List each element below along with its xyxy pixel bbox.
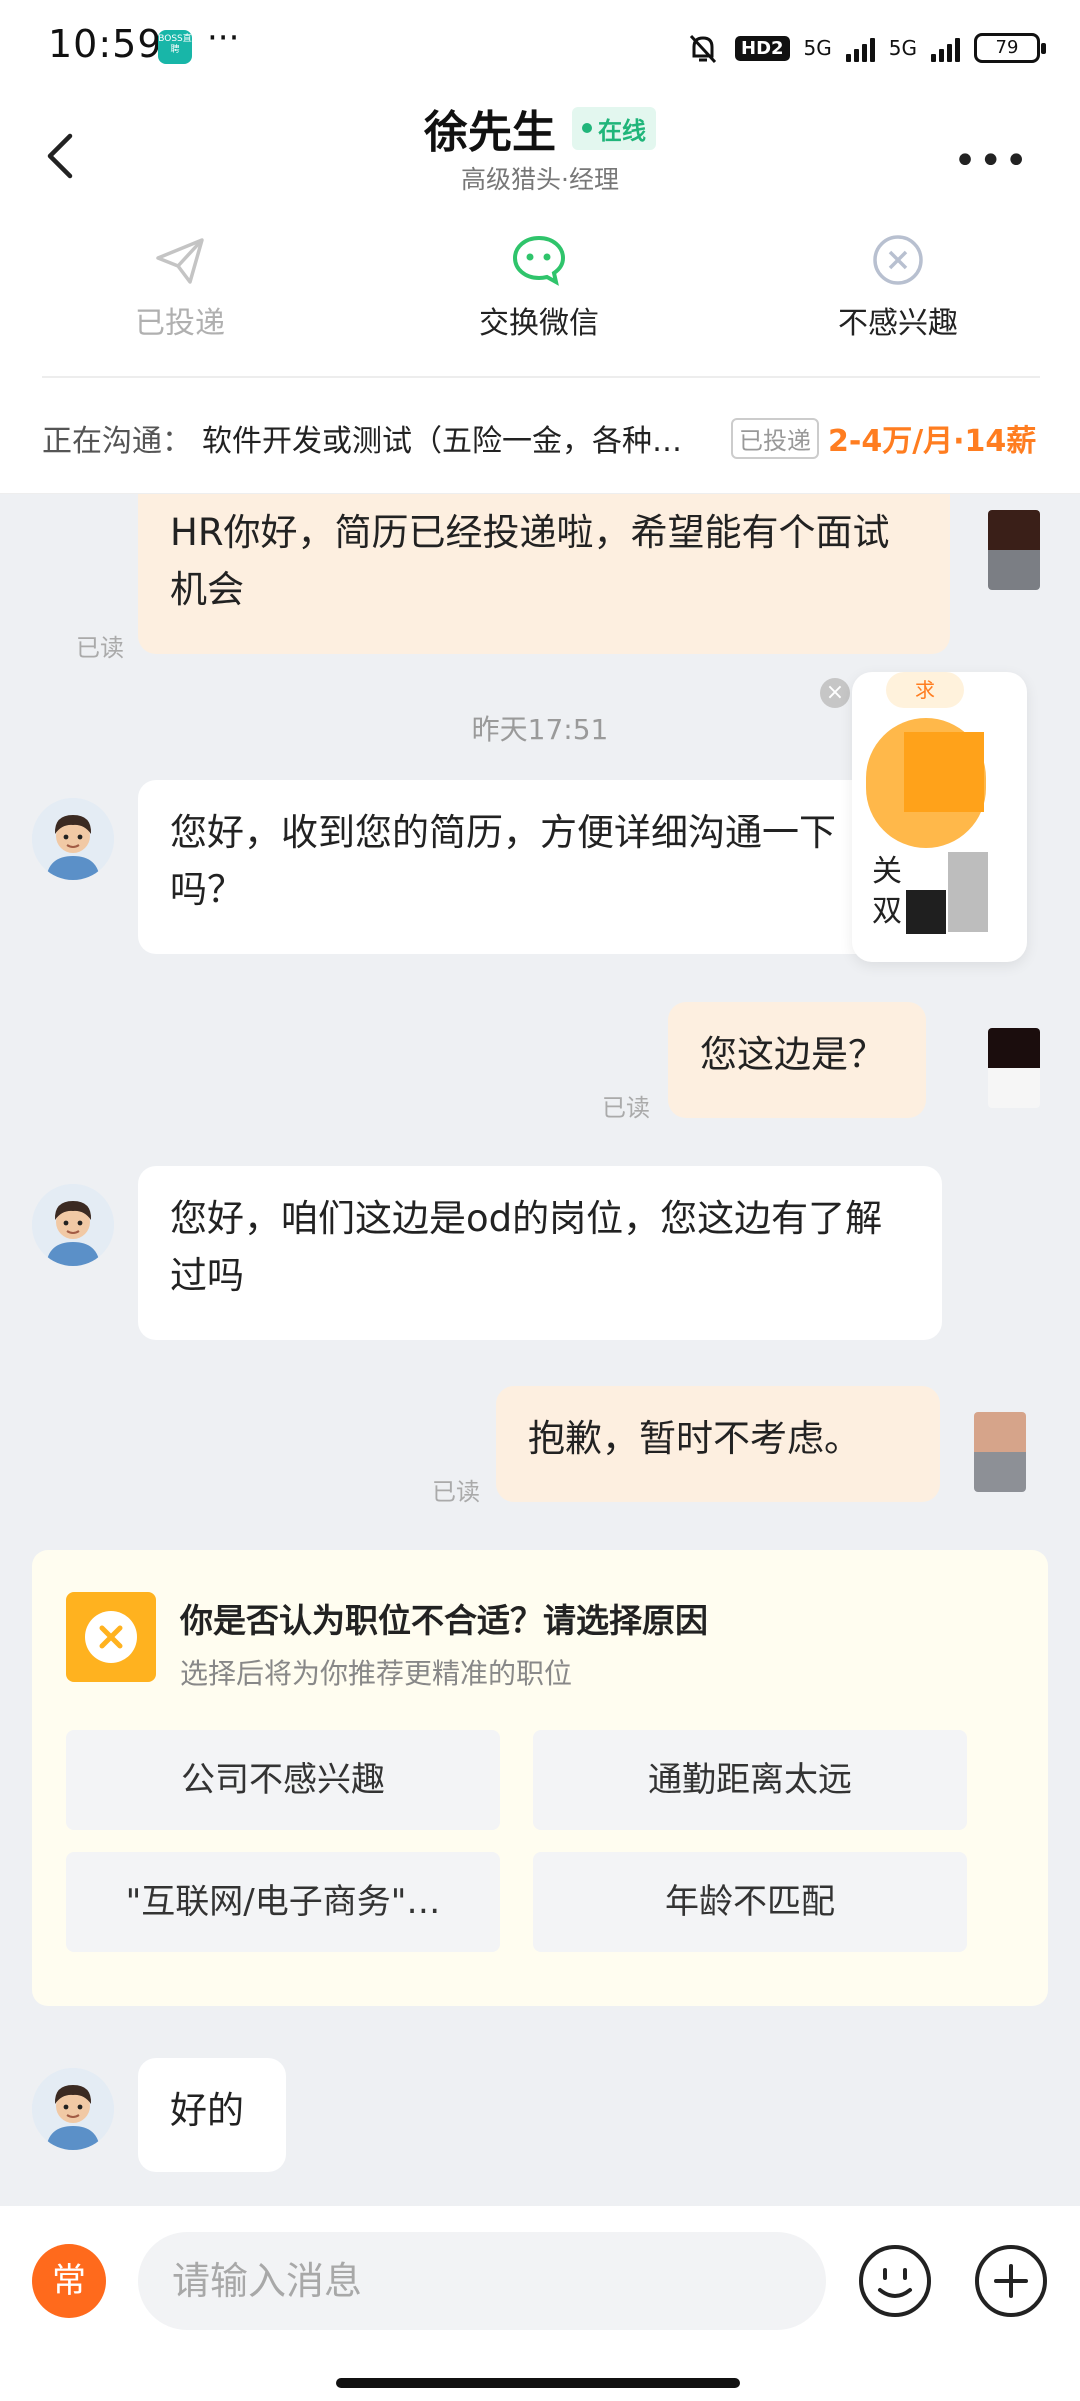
feedback-option-commute[interactable]: 通勤距离太远 — [533, 1730, 967, 1830]
my-avatar[interactable] — [974, 1412, 1026, 1492]
wechat-label: 交换微信 — [479, 306, 599, 341]
promo-text: 关双 — [872, 854, 902, 929]
battery-icon: 79 — [974, 33, 1046, 63]
contact-name: 徐先生 — [424, 107, 556, 158]
home-indicator[interactable] — [336, 2378, 740, 2388]
chat-area[interactable]: HR你好，简历已经投递啦，希望能有个面试机会 已读 昨天17:51 您好，收到您… — [0, 494, 1080, 2206]
title-row: 徐先生 在线 — [0, 96, 1080, 160]
read-receipt: 已读 — [432, 1478, 480, 1506]
message-bubble-mine[interactable]: HR你好，简历已经投递啦，希望能有个面试机会 — [138, 494, 950, 654]
message-text: 您好，收到您的简历，方便详细沟通一下吗？ — [170, 811, 836, 911]
signal-icon — [845, 34, 875, 62]
close-circle-icon — [873, 235, 923, 285]
feedback-option-industry[interactable]: "互联网/电子商务"… — [66, 1852, 500, 1952]
feedback-option-company[interactable]: 公司不感兴趣 — [66, 1730, 500, 1830]
not-interested-label: 不感兴趣 — [838, 306, 958, 341]
applied-label: 已投递 — [135, 306, 225, 341]
feedback-title: 你是否认为职位不合适？请选择原因 — [180, 1601, 708, 1640]
status-time: 10:59 — [48, 22, 163, 66]
contact-title: 高级猎头·经理 — [461, 165, 619, 194]
common-phrases-button[interactable]: 常 — [32, 2244, 106, 2318]
message-bubble-theirs[interactable]: 您好，收到您的简历，方便详细沟通一下吗？ — [138, 780, 940, 954]
feedback-subtitle: 选择后将为你推荐更精准的职位 — [180, 1657, 573, 1690]
job-label: 正在沟通： — [42, 424, 192, 459]
chat-header: 徐先生 在线 高级猎头·经理 ••• — [0, 92, 1080, 212]
online-badge: 在线 — [572, 106, 656, 150]
mute-bell-icon — [689, 34, 717, 64]
wechat-icon — [512, 235, 566, 286]
message-text: HR你好，简历已经投递啦，希望能有个面试机会 — [170, 511, 890, 611]
more-options-icon[interactable]: ••• — [953, 138, 1030, 184]
boss-app-icon: BOSS直聘 — [158, 30, 192, 64]
promo-card[interactable]: 求 关双 — [852, 672, 1027, 962]
message-text: 您这边是？ — [700, 1033, 885, 1076]
recruiter-avatar[interactable] — [32, 798, 114, 880]
plus-icon[interactable] — [972, 2242, 1050, 2320]
feedback-close-icon — [66, 1592, 156, 1682]
input-bar: 常 — [0, 2206, 1080, 2401]
feedback-option-age[interactable]: 年龄不匹配 — [533, 1852, 967, 1952]
emoji-icon[interactable] — [856, 2242, 934, 2320]
recruiter-avatar[interactable] — [32, 2068, 114, 2150]
status-bar: 10:59 BOSS直聘 ··· HD2 5G 5G 79 — [0, 0, 1080, 92]
message-bubble-mine[interactable]: 抱歉，暂时不考虑。 — [496, 1386, 940, 1502]
hd-icon: HD2 — [735, 35, 790, 61]
promo-close-icon[interactable]: × — [820, 678, 850, 708]
job-salary: 2-4万/月·14薪 — [828, 424, 1037, 459]
read-receipt: 已读 — [602, 1094, 650, 1122]
not-interested-button[interactable]: 不感兴趣 — [778, 232, 1018, 342]
my-avatar[interactable] — [988, 1028, 1040, 1108]
message-bubble-theirs[interactable]: 您好，咱们这边是od的岗位，您这边有了解过吗 — [138, 1166, 942, 1340]
message-bubble-mine[interactable]: 您这边是？ — [668, 1002, 926, 1118]
online-dot-icon — [582, 123, 592, 133]
my-avatar[interactable] — [988, 510, 1040, 590]
message-text: 好的 — [170, 2089, 244, 2132]
status-indicators: HD2 5G 5G 79 — [685, 28, 1046, 68]
message-input[interactable] — [138, 2232, 826, 2330]
paper-plane-icon — [156, 238, 204, 284]
recruiter-avatar[interactable] — [32, 1184, 114, 1266]
exchange-wechat-button[interactable]: 交换微信 — [419, 232, 659, 342]
message-text: 抱歉，暂时不考虑。 — [528, 1417, 861, 1460]
action-row: 已投递 交换微信 不感兴趣 — [0, 212, 1080, 377]
job-applied-badge: 已投递 — [731, 418, 819, 459]
network-5g-label: 5G — [803, 36, 832, 60]
signal-icon-2 — [931, 34, 960, 62]
promo-pixel-block — [904, 732, 984, 812]
read-receipt: 已读 — [76, 634, 124, 662]
status-more-dots: ··· — [207, 18, 240, 58]
message-bubble-theirs[interactable]: 好的 — [138, 2058, 286, 2172]
feedback-card: 你是否认为职位不合适？请选择原因 选择后将为你推荐更精准的职位 公司不感兴趣 通… — [32, 1550, 1048, 2006]
promo-tag: 求 — [886, 672, 964, 708]
applied-button[interactable]: 已投递 — [60, 232, 300, 342]
network-5g-label-2: 5G — [888, 36, 917, 60]
message-text: 您好，咱们这边是od的岗位，您这边有了解过吗 — [170, 1197, 883, 1297]
promo-pixel-gray — [948, 852, 988, 932]
promo-pixel-dark — [906, 890, 946, 934]
job-title[interactable]: 软件开发或测试（五险一金，各种… — [202, 416, 722, 460]
job-info-row[interactable]: 正在沟通： 软件开发或测试（五险一金，各种… 已投递 2-4万/月·14薪 — [0, 378, 1080, 494]
